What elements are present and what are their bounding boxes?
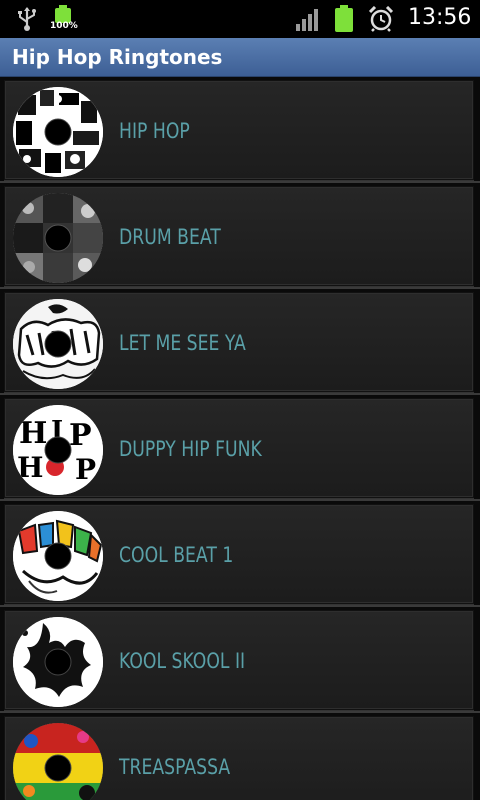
battery-icon (335, 5, 353, 32)
list-item[interactable]: DRUM BEAT (0, 183, 480, 289)
list-item-card: KOOL SKOOL II (4, 610, 474, 710)
ringtone-title: LET ME SEE YA (119, 331, 246, 355)
hip-hop-letters-icon: H I P H P (13, 405, 103, 495)
list-item-card: COOL BEAT 1 (4, 504, 474, 604)
signal-icon (296, 9, 318, 31)
crowd-icon (13, 193, 103, 283)
battery-percent: 100% (50, 21, 78, 31)
title-bar: Hip Hop Ringtones (0, 38, 480, 77)
list-item[interactable]: HIP HOP (0, 77, 480, 183)
svg-text:H: H (19, 416, 47, 451)
list-item-card: DRUM BEAT (4, 186, 474, 286)
list-item-card: LET ME SEE YA (4, 292, 474, 392)
list-item[interactable]: H I P H P DUPPY HIP FUNK (0, 395, 480, 501)
list-item[interactable]: KOOL SKOOL II (0, 607, 480, 713)
ringtone-title: HIP HOP (119, 119, 190, 143)
ringtone-list[interactable]: HIP HOP DRUM BEAT LET ME SEE YA H I P H … (0, 77, 480, 800)
usb-icon (18, 7, 36, 31)
graffiti-icon (13, 299, 103, 389)
color-graffiti-icon (13, 511, 103, 601)
ringtone-title: DUPPY HIP FUNK (119, 437, 262, 461)
splash-icon (13, 617, 103, 707)
ringtone-title: DRUM BEAT (119, 225, 221, 249)
status-time: 13:56 (408, 5, 472, 30)
list-item-card: TREASPASSA (4, 716, 474, 800)
ringtone-title: KOOL SKOOL II (119, 649, 246, 673)
list-item[interactable]: LET ME SEE YA (0, 289, 480, 395)
collage-icon (13, 87, 103, 177)
list-item[interactable]: COOL BEAT 1 (0, 501, 480, 607)
alarm-icon (368, 6, 394, 32)
status-bar: 100% 13:56 (0, 0, 480, 38)
page-title: Hip Hop Ringtones (12, 45, 223, 69)
rasta-icon (13, 723, 103, 800)
ringtone-title: TREASPASSA (119, 755, 231, 779)
ringtone-title: COOL BEAT 1 (119, 543, 234, 567)
svg-text:H: H (17, 451, 43, 484)
svg-text:P: P (69, 418, 92, 453)
svg-text:P: P (75, 453, 96, 486)
list-item[interactable]: TREASPASSA (0, 713, 480, 800)
list-item-card: H I P H P DUPPY HIP FUNK (4, 398, 474, 498)
list-item-card: HIP HOP (4, 80, 474, 180)
